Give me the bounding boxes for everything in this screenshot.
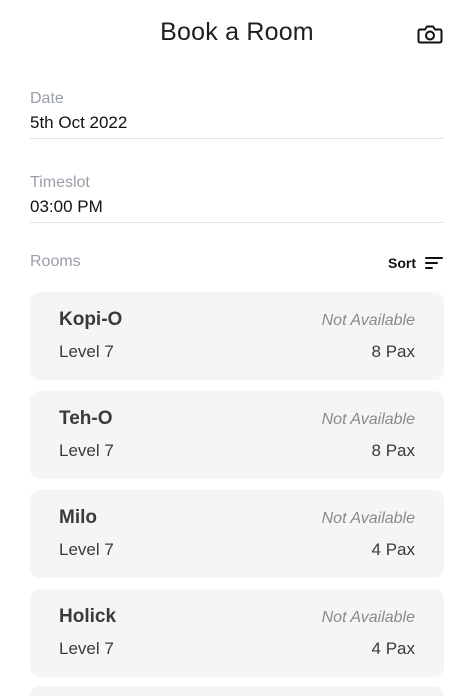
room-level: Level 7 <box>59 540 114 559</box>
timeslot-value: 03:00 PM <box>30 197 103 216</box>
room-card-milo[interactable]: Milo Not Available Level 7 4 Pax <box>30 490 444 578</box>
room-name: Kopi-O <box>59 309 123 330</box>
date-field[interactable]: Date 5th Oct 2022 <box>30 89 444 139</box>
room-name: Teh-O <box>59 408 113 429</box>
room-card-teh-o[interactable]: Teh-O Not Available Level 7 8 Pax <box>30 391 444 479</box>
room-level: Level 7 <box>59 342 114 361</box>
sort-icon <box>425 257 443 269</box>
room-card-kopi-o[interactable]: Kopi-O Not Available Level 7 8 Pax <box>30 292 444 380</box>
room-pax: 8 Pax <box>371 441 415 460</box>
room-name: Milo <box>59 507 97 528</box>
room-level: Level 7 <box>59 441 114 460</box>
room-name: Holick <box>59 606 117 627</box>
sort-button[interactable]: Sort <box>388 253 444 273</box>
room-pax: 4 Pax <box>371 540 415 559</box>
room-status: Not Available <box>321 312 415 329</box>
page-title: Book a Room <box>160 18 314 46</box>
room-pax: 8 Pax <box>371 342 415 361</box>
sort-label: Sort <box>388 255 416 271</box>
camera-button[interactable] <box>416 20 444 48</box>
header: Book a Room <box>0 0 474 70</box>
date-value: 5th Oct 2022 <box>30 113 128 132</box>
room-level: Level 7 <box>59 639 114 658</box>
room-card-holick[interactable]: Holick Not Available Level 7 4 Pax <box>30 589 444 677</box>
date-label: Date <box>30 90 64 107</box>
camera-icon <box>417 25 443 44</box>
room-pax: 4 Pax <box>371 639 415 658</box>
room-card-partial[interactable] <box>30 686 444 696</box>
rooms-section-label: Rooms <box>30 253 81 270</box>
timeslot-label: Timeslot <box>30 174 90 191</box>
timeslot-field[interactable]: Timeslot 03:00 PM <box>30 173 444 223</box>
room-status: Not Available <box>321 411 415 428</box>
room-status: Not Available <box>321 609 415 626</box>
room-status: Not Available <box>321 510 415 527</box>
